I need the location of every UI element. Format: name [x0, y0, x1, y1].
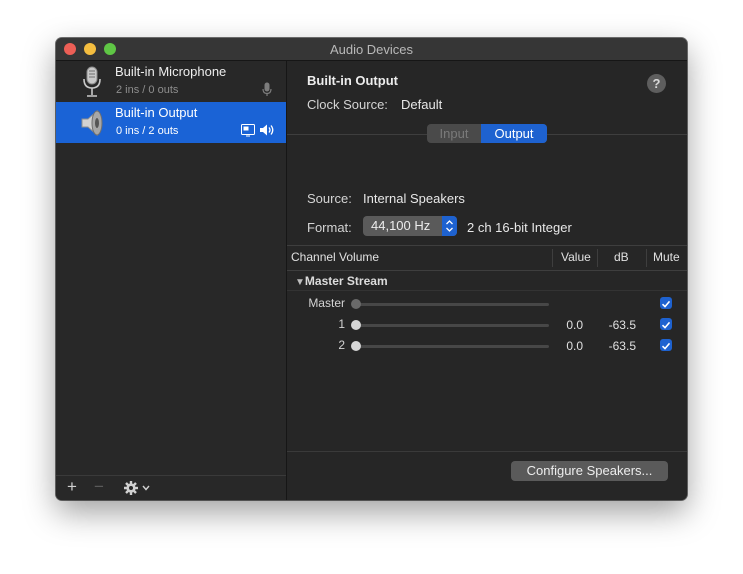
gear-menu-button[interactable]: [123, 480, 153, 496]
volume-slider-track: [355, 303, 549, 306]
source-value: Internal Speakers: [363, 191, 465, 206]
chevron-down-icon: [142, 485, 150, 491]
checkmark-icon: [661, 321, 671, 329]
configure-speakers-button[interactable]: Configure Speakers...: [511, 461, 668, 481]
title-bar: Audio Devices: [56, 38, 687, 61]
table-header: Channel Volume Value dB Mute: [287, 245, 687, 271]
stepper-arrows-icon: [442, 216, 457, 236]
group-label: Master Stream: [304, 274, 388, 288]
channel-label: Master: [308, 296, 345, 310]
window-title: Audio Devices: [329, 42, 414, 57]
device-io: 2 ins / 0 outs: [116, 84, 179, 96]
device-io: 0 ins / 2 outs: [116, 125, 179, 137]
display-icon: [241, 124, 255, 137]
disclosure-triangle-icon: ▼: [295, 277, 305, 288]
channel-value: 0.0: [566, 318, 583, 332]
device-item-built-in-output[interactable]: Built-in Output 0 ins / 2 outs: [56, 102, 286, 143]
device-detail-panel: Built-in Output ? Clock Source: Default …: [287, 61, 687, 500]
format-select-value: 44,100 Hz: [371, 218, 431, 233]
device-name: Built-in Output: [115, 105, 198, 120]
device-name: Built-in Microphone: [115, 64, 227, 79]
channel-label: 1: [338, 317, 345, 331]
column-divider: [552, 249, 553, 267]
channel-db: -63.5: [608, 318, 636, 332]
gear-icon: [124, 481, 138, 495]
volume-slider-track: [355, 345, 549, 348]
volume-slider-channel-1[interactable]: [351, 320, 361, 330]
divider: [287, 290, 687, 291]
master-stream-group[interactable]: ▼Master Stream: [295, 274, 388, 288]
mute-checkbox-channel-2[interactable]: [660, 339, 672, 351]
column-header-channel-volume[interactable]: Channel Volume: [291, 250, 379, 264]
clock-source-value: Default: [401, 97, 443, 112]
audio-devices-window: Audio Devices Built-in Microphone 2 ins …: [56, 38, 687, 500]
panel-footer: Configure Speakers...: [287, 451, 687, 500]
column-header-mute[interactable]: Mute: [653, 250, 680, 264]
checkmark-icon: [661, 300, 671, 308]
volume-slider-master[interactable]: [351, 299, 361, 309]
tab-output[interactable]: Output: [481, 124, 547, 143]
column-divider: [646, 249, 647, 267]
help-button[interactable]: ?: [647, 74, 666, 93]
sidebar-toolbar: + −: [56, 475, 286, 500]
speaker-icon: [81, 109, 103, 137]
channel-value: 0.0: [566, 339, 583, 353]
mute-checkbox-master[interactable]: [660, 297, 672, 309]
remove-device-button[interactable]: −: [94, 478, 104, 496]
add-device-button[interactable]: +: [67, 478, 77, 496]
volume-icon: [260, 124, 274, 136]
column-header-db[interactable]: dB: [614, 250, 629, 264]
microphone-icon: [83, 66, 101, 97]
column-divider: [597, 249, 598, 267]
device-item-built-in-microphone[interactable]: Built-in Microphone 2 ins / 0 outs: [56, 61, 286, 102]
channel-db: -63.5: [608, 339, 636, 353]
volume-slider-channel-2[interactable]: [351, 341, 361, 351]
device-title: Built-in Output: [307, 73, 398, 88]
input-output-segmented-control: Input Output: [427, 124, 547, 143]
mic-input-icon: [262, 82, 272, 96]
format-select[interactable]: 44,100 Hz: [363, 216, 457, 236]
channel-label: 2: [338, 338, 345, 352]
clock-source-label: Clock Source:: [307, 97, 388, 112]
format-label: Format:: [307, 220, 352, 235]
device-list: Built-in Microphone 2 ins / 0 outs Built…: [56, 61, 287, 500]
source-label: Source:: [307, 191, 352, 206]
column-header-value[interactable]: Value: [561, 250, 591, 264]
volume-slider-track: [355, 324, 549, 327]
mute-checkbox-channel-1[interactable]: [660, 318, 672, 330]
tab-input[interactable]: Input: [427, 124, 481, 143]
format-detail: 2 ch 16-bit Integer: [467, 220, 572, 235]
checkmark-icon: [661, 342, 671, 350]
